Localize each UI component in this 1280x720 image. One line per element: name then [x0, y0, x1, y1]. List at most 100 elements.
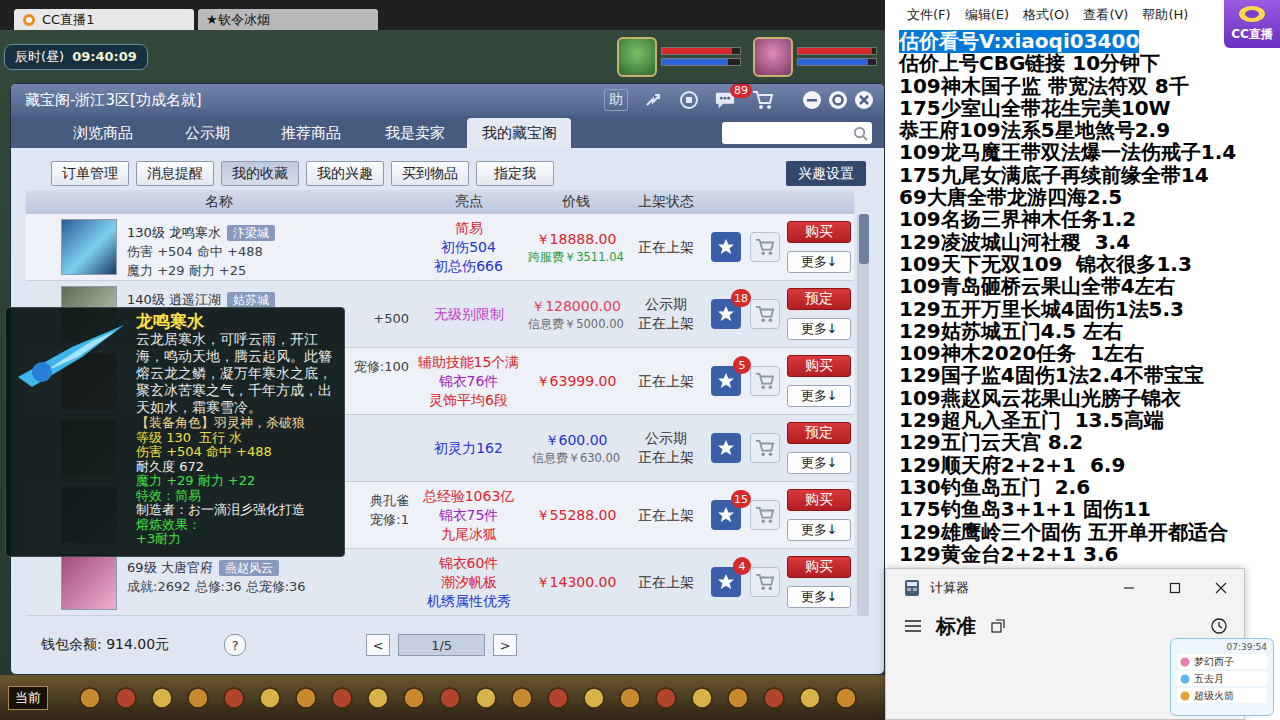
help-button[interactable]: 助: [604, 89, 628, 111]
message-button[interactable]: 89: [714, 90, 738, 110]
menu-item[interactable]: 查看(V): [1083, 6, 1128, 24]
next-page-button[interactable]: >: [493, 634, 517, 656]
sub-tab[interactable]: 订单管理: [51, 161, 129, 186]
tooltip-title: 龙鸣寒水: [136, 311, 343, 331]
share-icon[interactable]: [642, 90, 664, 110]
hamburger-menu-icon[interactable]: [904, 619, 922, 633]
toolbar-icon[interactable]: [654, 686, 678, 710]
favorite-button[interactable]: 4: [711, 567, 741, 597]
add-to-cart-button[interactable]: [750, 299, 780, 329]
maximize-icon[interactable]: [1152, 580, 1198, 596]
text-line: 109神木国子监 带宽法符双 8千: [899, 75, 1280, 97]
toolbar-icon[interactable]: [762, 686, 786, 710]
add-to-cart-button[interactable]: [750, 567, 780, 597]
stop-icon[interactable]: [678, 90, 700, 110]
favorite-button[interactable]: 5: [711, 366, 741, 396]
gear-icon[interactable]: [828, 90, 848, 110]
favorite-button[interactable]: 18: [711, 299, 741, 329]
buy-button[interactable]: 购买: [787, 489, 851, 511]
toolbar-icon[interactable]: [186, 686, 210, 710]
toolbar-icon[interactable]: [438, 686, 462, 710]
more-button[interactable]: 更多↓: [787, 452, 851, 474]
toolbar-icon[interactable]: [726, 686, 750, 710]
buy-button[interactable]: 购买: [787, 221, 851, 243]
chat-channel[interactable]: 当前: [8, 686, 48, 710]
add-to-cart-button[interactable]: [750, 500, 780, 530]
toolbar-icon[interactable]: [258, 686, 282, 710]
more-button[interactable]: 更多↓: [787, 318, 851, 340]
buy-button[interactable]: 购买: [787, 556, 851, 578]
search-field[interactable]: [722, 122, 872, 144]
status-cell: 公示期正在上架: [626, 295, 706, 333]
text-line: 175少室山全带花生完美10W: [899, 97, 1280, 119]
toolbar-icon[interactable]: [294, 686, 318, 710]
toolbar-icon[interactable]: [150, 686, 174, 710]
more-button[interactable]: 更多↓: [787, 251, 851, 273]
toolbar-icon[interactable]: [798, 686, 822, 710]
widget-item[interactable]: 五去月: [1177, 671, 1267, 686]
tooltip-description: 云龙居寒水，可呼云雨，开江海，鸣动天地，腾云起风。此簪熔云龙之鳞，凝万年寒水之底…: [136, 331, 343, 416]
add-to-cart-button[interactable]: [750, 366, 780, 396]
toolbar-icon[interactable]: [510, 686, 534, 710]
main-tab[interactable]: 公示期: [155, 118, 259, 148]
more-button[interactable]: 更多↓: [787, 385, 851, 407]
magnifier-icon[interactable]: [853, 126, 868, 141]
browser-tab[interactable]: ★钦令冰烟: [198, 9, 378, 30]
help-mark[interactable]: ?: [224, 634, 246, 656]
interest-settings-button[interactable]: 兴趣设置: [786, 161, 866, 186]
keep-on-top-icon[interactable]: [990, 618, 1006, 634]
table-row[interactable]: 69级 大唐官府燕赵风云成就:2692 总修:36 总宠修:36 锦衣60件潮汐…: [26, 549, 854, 616]
page-indicator[interactable]: 1/5: [398, 634, 485, 656]
more-button[interactable]: 更多↓: [787, 519, 851, 541]
scrollbar-thumb[interactable]: [859, 214, 869, 264]
sub-tab[interactable]: 消息提醒: [136, 161, 214, 186]
favorite-button[interactable]: 15: [711, 500, 741, 530]
table-row[interactable]: 130级 龙鸣寒水汴梁城伤害 +504 命中 +488魔力 +29 耐力 +25…: [26, 214, 854, 281]
party-member[interactable]: [617, 37, 741, 77]
minimize-icon[interactable]: [802, 90, 822, 110]
cart-icon[interactable]: [752, 90, 774, 110]
menu-item[interactable]: 帮助(H): [1142, 6, 1188, 24]
buy-button[interactable]: 预定: [787, 422, 851, 444]
menu-item[interactable]: 文件(F): [907, 6, 951, 24]
history-icon[interactable]: [1210, 617, 1228, 635]
toolbar-icon[interactable]: [78, 686, 102, 710]
buy-button[interactable]: 购买: [787, 355, 851, 377]
toolbar-icon[interactable]: [474, 686, 498, 710]
party-member[interactable]: [753, 37, 877, 77]
main-tab[interactable]: 我的藏宝阁: [467, 118, 571, 148]
toolbar-icon[interactable]: [222, 686, 246, 710]
widget-item[interactable]: 梦幻西子: [1177, 654, 1267, 669]
menu-item[interactable]: 格式(O): [1023, 6, 1069, 24]
toolbar-icon[interactable]: [618, 686, 642, 710]
buy-button[interactable]: 预定: [787, 288, 851, 310]
toolbar-icon[interactable]: [834, 686, 858, 710]
scrollbar[interactable]: [857, 214, 869, 616]
sub-tab[interactable]: 我的收藏: [221, 161, 299, 186]
sub-tab[interactable]: 买到物品: [391, 161, 469, 186]
toolbar-icon[interactable]: [402, 686, 426, 710]
prev-page-button[interactable]: <: [366, 634, 390, 656]
favorite-button[interactable]: [711, 232, 741, 262]
toolbar-icon[interactable]: [546, 686, 570, 710]
widget-item[interactable]: 超级火箭: [1177, 688, 1267, 703]
main-tab[interactable]: 我是卖家: [363, 118, 467, 148]
main-tab[interactable]: 浏览商品: [51, 118, 155, 148]
toolbar-icon[interactable]: [330, 686, 354, 710]
sub-tab[interactable]: 指定我: [476, 161, 554, 186]
toolbar-icon[interactable]: [582, 686, 606, 710]
favorite-button[interactable]: [711, 433, 741, 463]
browser-tab[interactable]: CC直播1: [14, 9, 194, 30]
more-button[interactable]: 更多↓: [787, 586, 851, 608]
toolbar-icon[interactable]: [114, 686, 138, 710]
sub-tab[interactable]: 我的兴趣: [306, 161, 384, 186]
toolbar-icon[interactable]: [690, 686, 714, 710]
menu-item[interactable]: 编辑(E): [965, 6, 1009, 24]
main-tab[interactable]: 推荐商品: [259, 118, 363, 148]
close-icon[interactable]: [854, 90, 874, 110]
add-to-cart-button[interactable]: [750, 433, 780, 463]
minimize-icon[interactable]: [1106, 580, 1152, 596]
close-icon[interactable]: [1198, 580, 1244, 596]
toolbar-icon[interactable]: [366, 686, 390, 710]
add-to-cart-button[interactable]: [750, 232, 780, 262]
